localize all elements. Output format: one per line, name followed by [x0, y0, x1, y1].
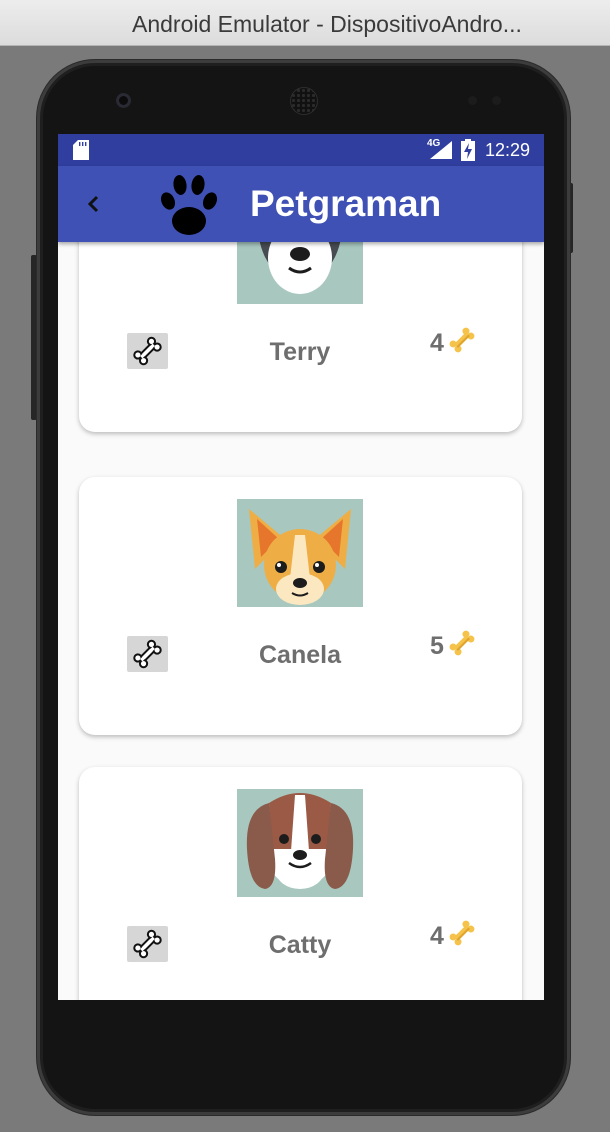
pet-name: Canela: [259, 641, 341, 669]
signal-strength-icon: [430, 141, 452, 159]
rating-count: 4: [430, 922, 444, 950]
paw-icon: [160, 175, 218, 235]
like-button[interactable]: [127, 333, 168, 369]
bone-icon: [133, 929, 162, 959]
chevron-left-icon[interactable]: [84, 194, 104, 214]
like-button[interactable]: [127, 926, 168, 962]
emulator-title-bar[interactable]: Android Emulator - DispositivoAndro...: [0, 0, 610, 46]
sd-card-icon: [73, 140, 89, 160]
battery-charging-icon: [461, 139, 475, 161]
pet-card: Canela 5: [79, 477, 522, 735]
pet-list[interactable]: Terry 4 Canela 5 Catty 4: [58, 134, 544, 1000]
pet-name: Terry: [269, 338, 331, 366]
earpiece-speaker: [290, 87, 318, 115]
light-sensor: [492, 96, 501, 105]
rating-count: 4: [430, 329, 444, 357]
pet-name: Catty: [268, 931, 332, 959]
bone-icon: [133, 639, 162, 669]
front-camera: [116, 93, 131, 108]
rating-count: 5: [430, 632, 444, 660]
bone-icon: [133, 336, 162, 366]
status-bar: 4G 12:29: [58, 134, 544, 166]
pet-photo: [237, 499, 363, 607]
status-clock: 12:29: [485, 140, 531, 160]
like-button[interactable]: [127, 636, 168, 672]
golden-bone-icon: [449, 630, 475, 656]
pet-card: Catty 4: [79, 767, 522, 1000]
emulator-window-title: Android Emulator - DispositivoAndro...: [132, 11, 522, 37]
app-bar: Petgraman: [58, 166, 544, 242]
app-title: Petgraman: [250, 183, 442, 224]
proximity-sensor: [468, 96, 477, 105]
golden-bone-icon: [449, 327, 475, 353]
phone-screen: Terry 4 Canela 5 Catty 4 Petgraman 4G 12…: [58, 134, 544, 1000]
golden-bone-icon: [449, 920, 475, 946]
pet-photo: [237, 789, 363, 897]
